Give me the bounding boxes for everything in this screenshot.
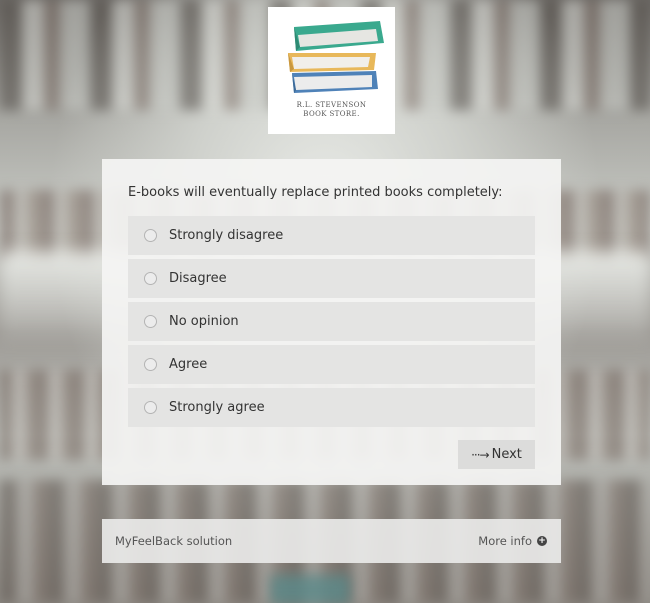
footer-bar: MyFeelBack solution More info + bbox=[102, 519, 561, 563]
option-no-opinion[interactable]: No opinion bbox=[128, 302, 535, 341]
radio-button[interactable] bbox=[144, 315, 157, 328]
dotted-arrow-right-icon: ···→ bbox=[471, 447, 489, 462]
books-stack-icon bbox=[287, 21, 384, 93]
logo-title-line2: BOOK STORE. bbox=[303, 110, 360, 118]
radio-button[interactable] bbox=[144, 229, 157, 242]
radio-button[interactable] bbox=[144, 401, 157, 414]
option-label: Agree bbox=[169, 357, 208, 372]
option-label: Disagree bbox=[169, 271, 227, 286]
radio-button[interactable] bbox=[144, 358, 157, 371]
option-label: Strongly disagree bbox=[169, 228, 284, 243]
logo-title-line1: R.L. STEVENSON bbox=[296, 101, 367, 109]
option-agree[interactable]: Agree bbox=[128, 345, 535, 384]
answer-options: Strongly disagree Disagree No opinion Ag… bbox=[128, 216, 535, 431]
survey-question: E-books will eventually replace printed … bbox=[128, 185, 503, 200]
next-button[interactable]: ···→ Next bbox=[458, 440, 535, 469]
survey-card: E-books will eventually replace printed … bbox=[102, 159, 561, 485]
more-info-link[interactable]: More info + bbox=[478, 534, 547, 548]
radio-button[interactable] bbox=[144, 272, 157, 285]
next-button-label: Next bbox=[491, 447, 522, 462]
store-logo: R.L. STEVENSON BOOK STORE. bbox=[268, 7, 395, 134]
more-info-label: More info bbox=[478, 534, 532, 548]
option-label: No opinion bbox=[169, 314, 239, 329]
option-disagree[interactable]: Disagree bbox=[128, 259, 535, 298]
option-label: Strongly agree bbox=[169, 400, 265, 415]
footer-brand: MyFeelBack solution bbox=[115, 534, 233, 548]
option-strongly-agree[interactable]: Strongly agree bbox=[128, 388, 535, 427]
option-strongly-disagree[interactable]: Strongly disagree bbox=[128, 216, 535, 255]
plus-circle-icon: + bbox=[537, 536, 547, 546]
